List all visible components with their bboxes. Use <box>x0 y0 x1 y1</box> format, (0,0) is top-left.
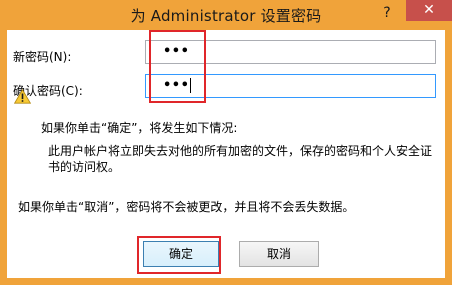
warning-icon <box>14 89 31 104</box>
cancel-button[interactable]: 取消 <box>239 241 319 267</box>
dialog-window: 为 Administrator 设置密码 ? ✕ 新密码(N): ••• 确认密… <box>0 0 452 285</box>
cancel-note: 如果你单击“取消”，密码将不会被更改，并且将不会丢失数据。 <box>18 200 355 214</box>
warning-body-line1: 此用户帐户将立即失去对他的所有加密的文件，保存的密码和个人安全证 <box>48 144 433 158</box>
dialog-body: 新密码(N): ••• 确认密码(C): ••• 如果你单击“确定”，将发生如下… <box>7 30 445 278</box>
close-button[interactable]: ✕ <box>406 0 452 21</box>
help-button[interactable]: ? <box>375 2 399 24</box>
new-password-value: ••• <box>163 44 190 59</box>
new-password-label: 新密码(N): <box>13 50 72 64</box>
ok-button[interactable]: 确定 <box>143 241 219 267</box>
window-bottom-border <box>0 278 452 285</box>
new-password-field[interactable]: ••• <box>145 40 436 64</box>
warning-body-line2: 书的访问权。 <box>48 160 121 174</box>
warning-heading: 如果你单击“确定”，将发生如下情况: <box>41 121 238 135</box>
close-icon: ✕ <box>423 2 435 18</box>
confirm-password-value: ••• <box>163 78 190 93</box>
text-caret <box>190 78 192 93</box>
title-bar[interactable]: 为 Administrator 设置密码 ? ✕ <box>0 0 452 30</box>
confirm-password-field[interactable]: ••• <box>145 74 436 98</box>
